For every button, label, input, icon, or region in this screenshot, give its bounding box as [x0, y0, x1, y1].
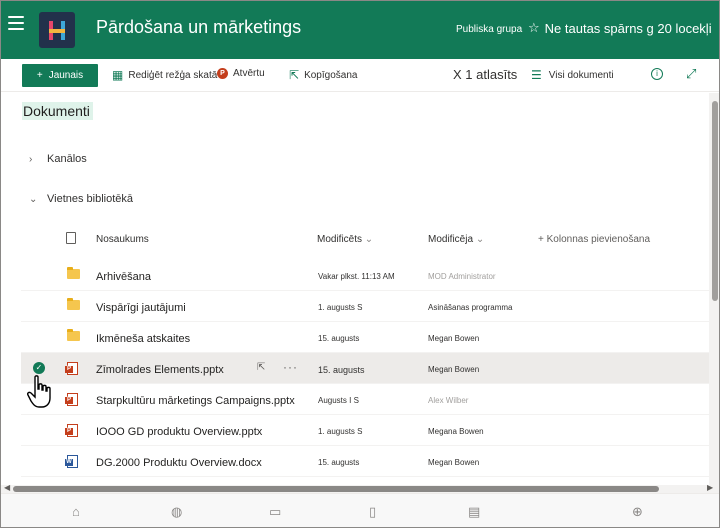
table-row[interactable]: P Starpkultūru mārketings Campaigns.pptx… — [21, 384, 709, 415]
powerpoint-file-icon: P — [65, 393, 78, 406]
file-name[interactable]: Ikmēneša atskaites — [96, 333, 190, 345]
star-icon: ☆ — [528, 20, 540, 35]
command-bar: + Jaunais ▦ Rediģēt režģa skatā P Atvērt… — [1, 59, 719, 92]
grid-icon: ▦ — [112, 68, 124, 82]
bottom-app-bar: ⌂ ◍ ▭ ▯ ▤ ⊕ — [1, 493, 719, 527]
share-icon: ⇱ — [289, 68, 300, 82]
scroll-right-arrow-icon[interactable]: ▶ — [707, 483, 713, 492]
group-channels[interactable]: › Kanālos — [29, 153, 87, 165]
column-header-modified-by[interactable]: Modificēja ⌄ — [428, 234, 484, 245]
app-frame: Pārdošana un mārketings Publiska grupa ☆… — [0, 0, 720, 528]
group-label: Vietnes bibliotēkā — [47, 193, 134, 205]
chevron-down-icon: ⌄ — [475, 234, 485, 245]
site-type-label: Publiska grupa — [456, 24, 523, 35]
column-header-modified[interactable]: Modificēts ⌄ — [317, 234, 373, 245]
site-header: Pārdošana un mārketings Publiska grupa ☆… — [1, 1, 719, 59]
group-site-library[interactable]: ⌄ Vietnes bibliotēkā — [29, 193, 133, 205]
file-name[interactable]: DG.2000 Produktu Overview.docx — [96, 457, 262, 469]
file-name[interactable]: Vispārīgi jautājumi — [96, 302, 186, 314]
table-row[interactable]: Arhivēšana Vakar plkst. 11:13 AM MOD Adm… — [21, 260, 709, 291]
table-row[interactable]: P IOOO GD produktu Overview.pptx 1. augu… — [21, 415, 709, 446]
list-view-icon: ☰ — [531, 68, 542, 82]
open-button[interactable]: P Atvērtu — [217, 68, 265, 79]
modified-date: 15. augusts — [318, 334, 360, 343]
plus-icon: + — [36, 70, 43, 81]
site-logo[interactable] — [39, 12, 75, 48]
powerpoint-icon: P — [217, 68, 228, 79]
modified-by: Megan Bowen — [428, 334, 480, 343]
document-library: Dokumenti › Kanālos ⌄ Vietnes bibliotēkā… — [1, 93, 709, 485]
vertical-scrollbar-thumb[interactable] — [712, 101, 718, 301]
share-label: Kopīgošana — [304, 69, 358, 81]
news-icon[interactable]: ▭ — [269, 504, 281, 520]
view-switcher[interactable]: ☰ Visi dokumenti — [531, 68, 614, 82]
file-name[interactable]: Arhivēšana — [96, 271, 151, 283]
new-button[interactable]: + Jaunais — [22, 64, 98, 87]
word-file-icon: W — [65, 455, 78, 468]
checkmark-icon[interactable]: ✓ — [33, 362, 45, 374]
table-row[interactable]: Ikmēneša atskaites 15. augusts Megan Bow… — [21, 322, 709, 353]
site-title[interactable]: Pārdošana un mārketings — [96, 17, 301, 38]
globe-icon[interactable]: ◍ — [171, 504, 182, 520]
file-name[interactable]: Zīmolrades Elements.pptx — [96, 364, 224, 376]
folder-icon — [67, 298, 80, 310]
list-icon[interactable]: ▤ — [468, 504, 480, 520]
modified-date: Vakar plkst. 11:13 AM — [318, 272, 395, 281]
add-column-label: Kolonnas pievienošana — [546, 234, 651, 245]
hamburger-icon[interactable] — [8, 16, 24, 30]
file-type-header-icon[interactable] — [66, 232, 76, 244]
scroll-left-arrow-icon[interactable]: ◀ — [4, 483, 10, 492]
follow-button[interactable]: ☆ Ne tautas spārns g 20 locekļi — [528, 20, 712, 36]
column-header-name[interactable]: Nosaukums — [96, 234, 149, 245]
edit-grid-label: Rediģēt režģa skatā — [128, 69, 218, 81]
modified-date: Augusts I S — [318, 396, 359, 405]
hand-cursor-icon — [27, 375, 53, 414]
home-icon[interactable]: ⌂ — [72, 504, 80, 519]
plus-icon: + — [538, 234, 547, 245]
folder-icon — [67, 267, 80, 279]
share-icon[interactable]: ⇱ — [257, 362, 265, 373]
follow-label: Ne tautas spārns g 20 locekļi — [544, 20, 712, 36]
add-column-button[interactable]: + Kolonnas pievienošana — [538, 234, 650, 245]
more-options-icon[interactable]: ··· — [283, 360, 298, 374]
powerpoint-file-icon: P — [65, 424, 78, 437]
chevron-right-icon: › — [29, 153, 33, 165]
open-label: Atvērtu — [233, 68, 265, 79]
modified-by: Megan Bowen — [428, 365, 480, 374]
modified-by: Megana Bowen — [428, 427, 484, 436]
powerpoint-file-icon: P — [65, 362, 78, 375]
selection-count[interactable]: X 1 atlasīts — [453, 67, 517, 82]
modified-by: Alex Wilber — [428, 396, 469, 405]
column-header-modified-by-label: Modificēja — [428, 234, 474, 245]
horizontal-scrollbar-thumb[interactable] — [13, 486, 659, 492]
modified-by: Megan Bowen — [428, 458, 480, 467]
file-name[interactable]: Starpkultūru mārketings Campaigns.pptx — [96, 395, 295, 407]
table-row[interactable]: W DG.2000 Produktu Overview.docx 15. aug… — [21, 446, 709, 477]
modified-by: MOD Administrator — [428, 272, 496, 281]
add-icon[interactable]: ⊕ — [632, 504, 643, 520]
modified-date: 1. augusts S — [318, 303, 363, 312]
view-label: Visi dokumenti — [548, 69, 614, 81]
table-row[interactable]: Vispārīgi jautājumi 1. augusts S Asināša… — [21, 291, 709, 322]
expand-icon[interactable]: ⤢ — [686, 66, 696, 82]
group-label: Kanālos — [47, 153, 87, 165]
modified-date: 15. augusts — [318, 365, 365, 375]
file-name[interactable]: IOOO GD produktu Overview.pptx — [96, 426, 262, 438]
new-button-label: Jaunais — [48, 70, 84, 81]
modified-by: Asināšanas programma — [428, 303, 513, 312]
table-row-selected[interactable]: ✓ P Zīmolrades Elements.pptx ⇱ ··· 15. a… — [21, 353, 709, 384]
modified-date: 15. augusts — [318, 458, 360, 467]
modified-date: 1. augusts S — [318, 427, 363, 436]
column-header-modified-label: Modificēts — [317, 234, 363, 245]
folder-icon — [67, 329, 80, 341]
file-icon[interactable]: ▯ — [369, 504, 376, 520]
share-button[interactable]: ⇱ Kopīgošana — [289, 68, 357, 82]
library-title[interactable]: Dokumenti — [22, 102, 93, 120]
chevron-down-icon: ⌄ — [29, 193, 38, 205]
info-icon[interactable]: i — [651, 68, 663, 80]
edit-grid-button[interactable]: ▦ Rediģēt režģa skatā — [112, 68, 217, 82]
chevron-down-icon: ⌄ — [364, 234, 374, 245]
